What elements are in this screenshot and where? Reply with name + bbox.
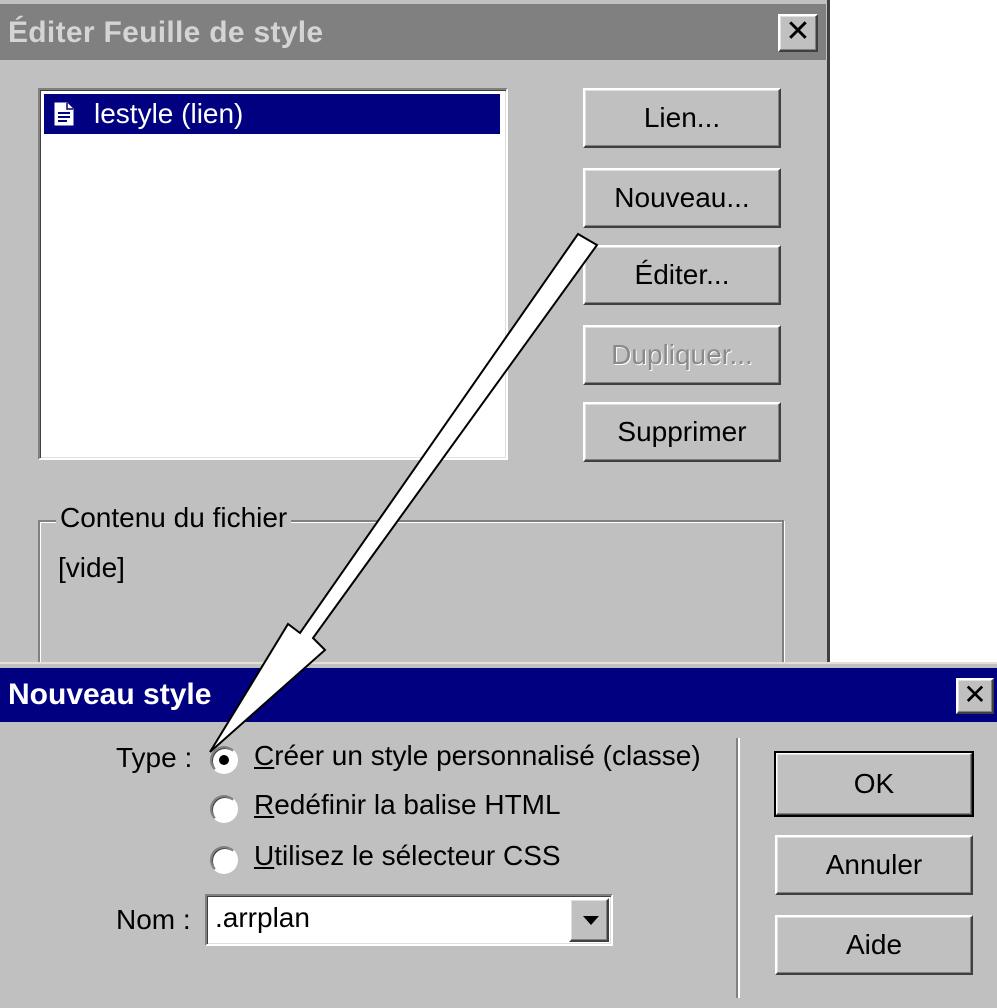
file-content-group: Contenu du fichier [vide]: [38, 502, 784, 680]
name-label: Nom :: [116, 904, 191, 935]
edit-dialog-title: Éditer Feuille de style: [8, 16, 324, 49]
duplicate-button[interactable]: Dupliquer...: [583, 325, 781, 385]
document-icon: [54, 102, 74, 126]
radio-button[interactable]: [210, 795, 238, 823]
link-button[interactable]: Lien...: [583, 88, 781, 148]
delete-button[interactable]: Supprimer: [583, 402, 781, 462]
new-style-dialog: Nouveau style ✕ Type : Créer un style pe…: [0, 662, 997, 1008]
help-button[interactable]: Aide: [775, 915, 973, 975]
new-style-close-button[interactable]: ✕: [956, 678, 994, 714]
type-label: Type :: [116, 742, 193, 773]
edit-button[interactable]: Éditer...: [583, 245, 781, 305]
stylesheet-list-item[interactable]: lestyle (lien): [44, 94, 500, 134]
radio-button[interactable]: [210, 746, 238, 774]
help-button-label: Aide: [845, 929, 903, 960]
radio-custom-class-label: Créer un style personnalisé (classe): [254, 740, 701, 771]
file-content-legend: Contenu du fichier: [56, 502, 292, 534]
file-content-value: [vide]: [58, 552, 125, 583]
cancel-button[interactable]: Annuler: [775, 835, 973, 895]
radio-css-selector-label: Utilisez le sélecteur CSS: [254, 840, 561, 871]
radio-selected-dot: [219, 755, 229, 765]
radio-button[interactable]: [210, 846, 238, 874]
close-icon: ✕: [963, 679, 987, 710]
edit-dialog-close-button[interactable]: ✕: [778, 14, 818, 52]
name-combobox[interactable]: .arrplan: [205, 894, 613, 946]
duplicate-button-label: Dupliquer...: [611, 339, 753, 370]
ok-button-label: OK: [853, 768, 895, 799]
delete-button-label: Supprimer: [617, 416, 747, 447]
edit-stylesheet-dialog: Éditer Feuille de style ✕ lestyle (lien)…: [0, 0, 830, 680]
new-button-label: Nouveau...: [614, 182, 750, 213]
link-button-label: Lien...: [643, 102, 721, 133]
ok-button[interactable]: OK: [774, 751, 974, 817]
stylesheet-list-item-label: lestyle (lien): [94, 98, 244, 129]
stylesheet-list[interactable]: lestyle (lien): [38, 88, 508, 460]
cancel-button-label: Annuler: [825, 849, 923, 880]
radio-redefine-tag-label: Redéfinir la balise HTML: [254, 789, 561, 820]
name-combobox-value[interactable]: .arrplan: [215, 902, 310, 934]
edit-dialog-titlebar[interactable]: Éditer Feuille de style ✕: [0, 4, 826, 60]
chevron-down-icon: [583, 916, 599, 925]
close-icon: ✕: [785, 15, 811, 48]
vertical-separator: [736, 738, 740, 998]
new-button[interactable]: Nouveau...: [583, 168, 781, 228]
new-style-title: Nouveau style: [8, 678, 212, 711]
combobox-dropdown-button[interactable]: [569, 898, 609, 942]
edit-button-label: Éditer...: [634, 259, 730, 290]
new-style-titlebar[interactable]: Nouveau style ✕: [0, 668, 997, 722]
